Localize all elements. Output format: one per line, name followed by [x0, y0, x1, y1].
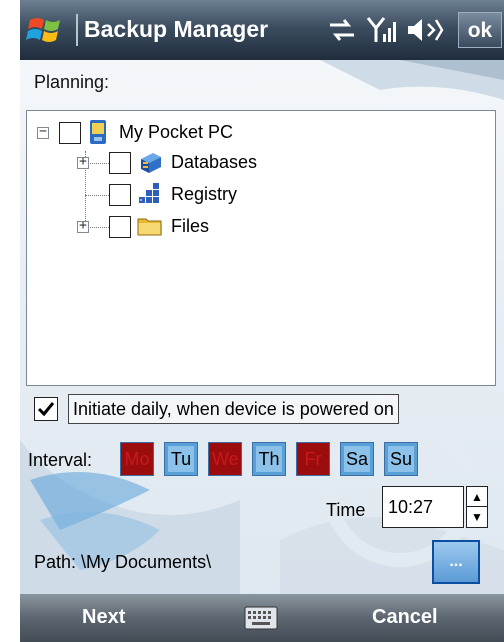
spin-up-icon[interactable]: ▲ [467, 487, 487, 507]
day-label: Su [388, 446, 414, 472]
checkbox[interactable] [109, 216, 131, 238]
day-label: We [212, 446, 239, 472]
day-button-5[interactable]: Sa [340, 442, 374, 476]
path-label: Path: [34, 552, 77, 572]
day-label: Mo [124, 446, 150, 472]
main-panel: Planning: − My Pocket PC + Databases Reg… [20, 60, 504, 594]
day-label: Th [256, 446, 282, 472]
windows-start-icon[interactable] [26, 12, 66, 48]
checkbox[interactable] [59, 122, 81, 144]
time-spinner[interactable]: ▲ ▼ [466, 486, 488, 528]
softkey-bar: Next Cancel [20, 594, 504, 642]
keyboard-icon[interactable] [244, 606, 278, 630]
tree-item-databases[interactable]: + Databases [27, 149, 487, 177]
ok-button[interactable]: ok [458, 12, 502, 48]
day-button-0[interactable]: Mo [120, 442, 154, 476]
expand-toggle[interactable]: + [77, 218, 89, 233]
day-label: Tu [168, 446, 194, 472]
expand-toggle[interactable]: + [77, 154, 89, 169]
time-input[interactable]: 10:27 [382, 486, 464, 528]
tree-item-label: Databases [171, 152, 258, 172]
backup-tree[interactable]: − My Pocket PC + Databases Registry + Fi… [26, 110, 496, 386]
tree-item-label: Files [171, 216, 210, 236]
tree-item-label: My Pocket PC [119, 122, 234, 142]
folder-icon [137, 218, 162, 236]
browse-button[interactable]: ... [432, 540, 480, 584]
day-label: Sa [344, 446, 370, 472]
signal-icon[interactable] [366, 14, 396, 46]
connectivity-icon[interactable] [326, 14, 358, 46]
tree-item-my-pocket-pc[interactable]: − My Pocket PC [27, 119, 487, 147]
path-display: Path: \My Documents\ [34, 552, 211, 573]
check-mark-icon [37, 402, 55, 417]
day-button-1[interactable]: Tu [164, 442, 198, 476]
planning-label: Planning: [34, 72, 110, 92]
title-bar: Backup Manager ok [20, 0, 504, 60]
pocket-pc-icon [90, 120, 106, 144]
tree-item-label: Registry [171, 184, 238, 204]
time-label: Time [326, 500, 366, 520]
next-button[interactable]: Next [82, 606, 125, 629]
page-title: Backup Manager [84, 16, 269, 42]
database-icon [141, 153, 161, 173]
checkbox[interactable] [109, 184, 131, 206]
spin-down-icon[interactable]: ▼ [467, 507, 487, 527]
collapse-toggle[interactable]: − [37, 124, 49, 139]
cancel-button[interactable]: Cancel [372, 606, 438, 629]
daily-checkbox[interactable] [34, 397, 58, 421]
title-separator [76, 14, 78, 46]
day-button-6[interactable]: Su [384, 442, 418, 476]
daily-label[interactable]: Initiate daily, when device is powered o… [68, 394, 399, 424]
day-button-3[interactable]: Th [252, 442, 286, 476]
day-button-4[interactable]: Fr [296, 442, 330, 476]
tree-item-files[interactable]: + Files [27, 213, 487, 241]
registry-icon [139, 183, 159, 203]
tree-item-registry[interactable]: Registry [27, 181, 487, 209]
day-label: Fr [300, 446, 326, 472]
interval-label: Interval: [28, 450, 93, 470]
device-screen: Backup Manager ok Planning: − My Pocket … [20, 0, 504, 642]
day-button-2[interactable]: We [208, 442, 242, 476]
checkbox[interactable] [109, 152, 131, 174]
path-value: \My Documents\ [81, 552, 212, 572]
volume-icon[interactable] [404, 14, 444, 46]
